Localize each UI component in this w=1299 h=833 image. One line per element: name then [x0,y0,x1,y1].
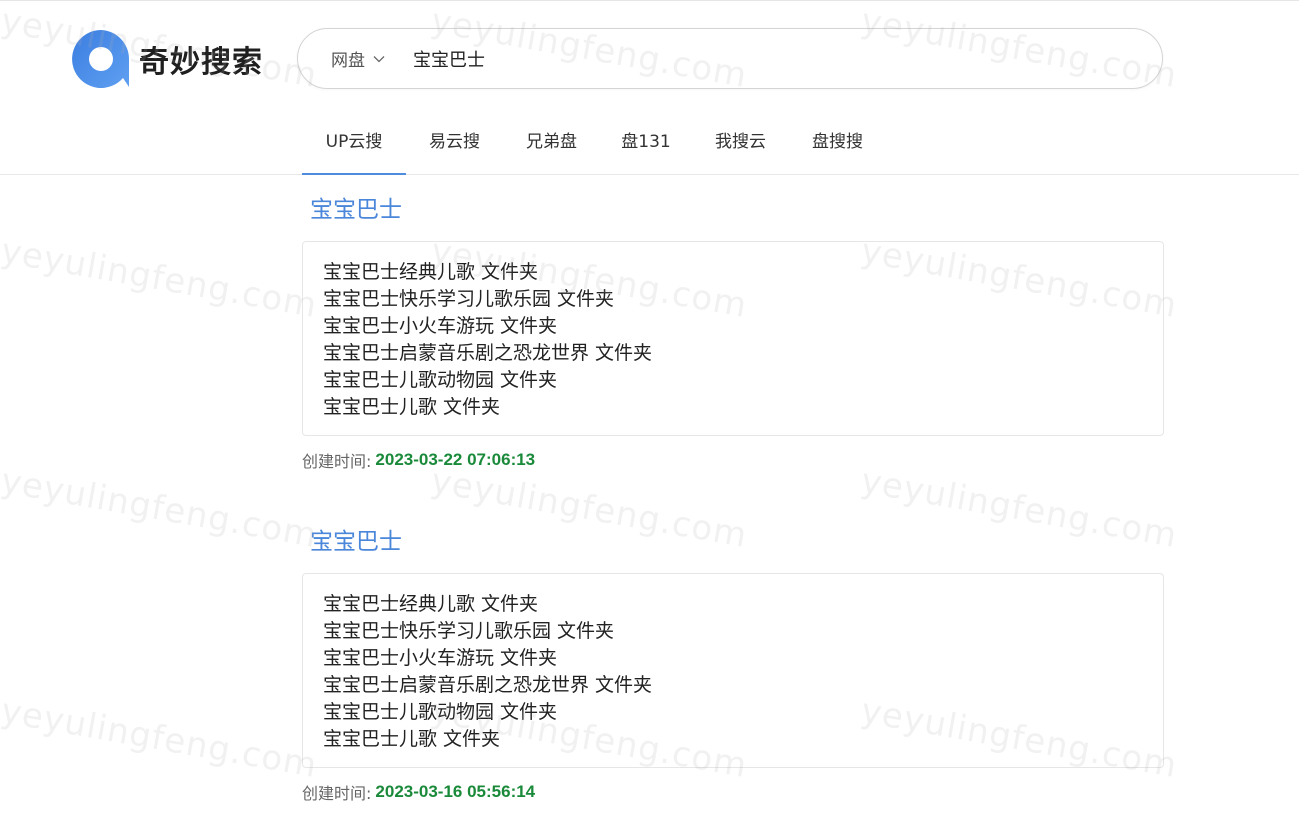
tab-xiongdi-pan[interactable]: 兄弟盘 [503,107,600,175]
source-tabs: UP云搜 易云搜 兄弟盘 盘131 我搜云 盘搜搜 [302,107,886,175]
tab-pan131[interactable]: 盘131 [600,107,692,175]
tab-up-yunsou[interactable]: UP云搜 [302,107,406,175]
watermark-text: yeyulingfeng.com [0,691,321,786]
tab-wo-souyun[interactable]: 我搜云 [692,107,789,175]
result-file-line: 宝宝巴士儿歌 文件夹 [323,728,501,750]
tab-yi-yunsou[interactable]: 易云搜 [406,107,503,175]
created-label: 创建时间: [302,452,372,471]
page: 奇妙搜索 网盘 UP云搜 易云搜 兄弟盘 盘131 我搜云 盘搜搜 宝宝巴士 宝… [0,0,1299,833]
result-file-line: 宝宝巴士儿歌动物园 文件夹 [323,701,558,723]
result-file-line: 宝宝巴士小火车游玩 文件夹 [323,647,558,669]
results-list: 宝宝巴士 宝宝巴士经典儿歌 文件夹 宝宝巴士快乐学习儿歌乐园 文件夹 宝宝巴士小… [302,191,1164,833]
brand-name: 奇妙搜索 [139,45,263,80]
search-bubble-icon [72,30,129,88]
result-file-line: 宝宝巴士儿歌 文件夹 [323,396,501,418]
result-title[interactable]: 宝宝巴士 [310,523,402,561]
created-time: 2023-03-22 07:06:13 [375,450,536,469]
chevron-down-icon [373,55,385,62]
result-meta: 创建时间: 2023-03-22 07:06:13 [302,448,1164,472]
result-file-line: 宝宝巴士快乐学习儿歌乐园 文件夹 [323,620,615,642]
logo[interactable]: 奇妙搜索 [71,29,263,89]
result-file-line: 宝宝巴士儿歌动物园 文件夹 [323,369,558,391]
result-file-list: 宝宝巴士经典儿歌 文件夹 宝宝巴士快乐学习儿歌乐园 文件夹 宝宝巴士小火车游玩 … [302,241,1164,436]
watermark-text: yeyulingfeng.com [0,461,321,556]
created-label: 创建时间: [302,784,372,803]
result-file-line: 宝宝巴士小火车游玩 文件夹 [323,315,558,337]
result-meta: 创建时间: 2023-03-16 05:56:14 [302,780,1164,804]
search-scope-label: 网盘 [331,51,365,71]
result-file-line: 宝宝巴士经典儿歌 文件夹 [323,593,539,615]
search-input[interactable] [411,47,1115,70]
created-time: 2023-03-16 05:56:14 [375,782,536,801]
result-title[interactable]: 宝宝巴士 [310,191,402,229]
result-file-line: 宝宝巴士启蒙音乐剧之恐龙世界 文件夹 [323,342,653,364]
result-file-line: 宝宝巴士经典儿歌 文件夹 [323,261,539,283]
result-file-line: 宝宝巴士启蒙音乐剧之恐龙世界 文件夹 [323,674,653,696]
tab-pan-sousou[interactable]: 盘搜搜 [789,107,886,175]
watermark-text: yeyulingfeng.com [0,231,321,326]
result-file-line: 宝宝巴士快乐学习儿歌乐园 文件夹 [323,288,615,310]
result-item: 宝宝巴士 宝宝巴士经典儿歌 文件夹 宝宝巴士快乐学习儿歌乐园 文件夹 宝宝巴士小… [302,191,1164,472]
result-item: 宝宝巴士 宝宝巴士经典儿歌 文件夹 宝宝巴士快乐学习儿歌乐园 文件夹 宝宝巴士小… [302,523,1164,804]
search-scope-dropdown[interactable]: 网盘 [331,46,385,71]
search-bar: 网盘 [297,28,1163,89]
result-file-list: 宝宝巴士经典儿歌 文件夹 宝宝巴士快乐学习儿歌乐园 文件夹 宝宝巴士小火车游玩 … [302,573,1164,768]
header: 奇妙搜索 网盘 UP云搜 易云搜 兄弟盘 盘131 我搜云 盘搜搜 [0,1,1299,175]
